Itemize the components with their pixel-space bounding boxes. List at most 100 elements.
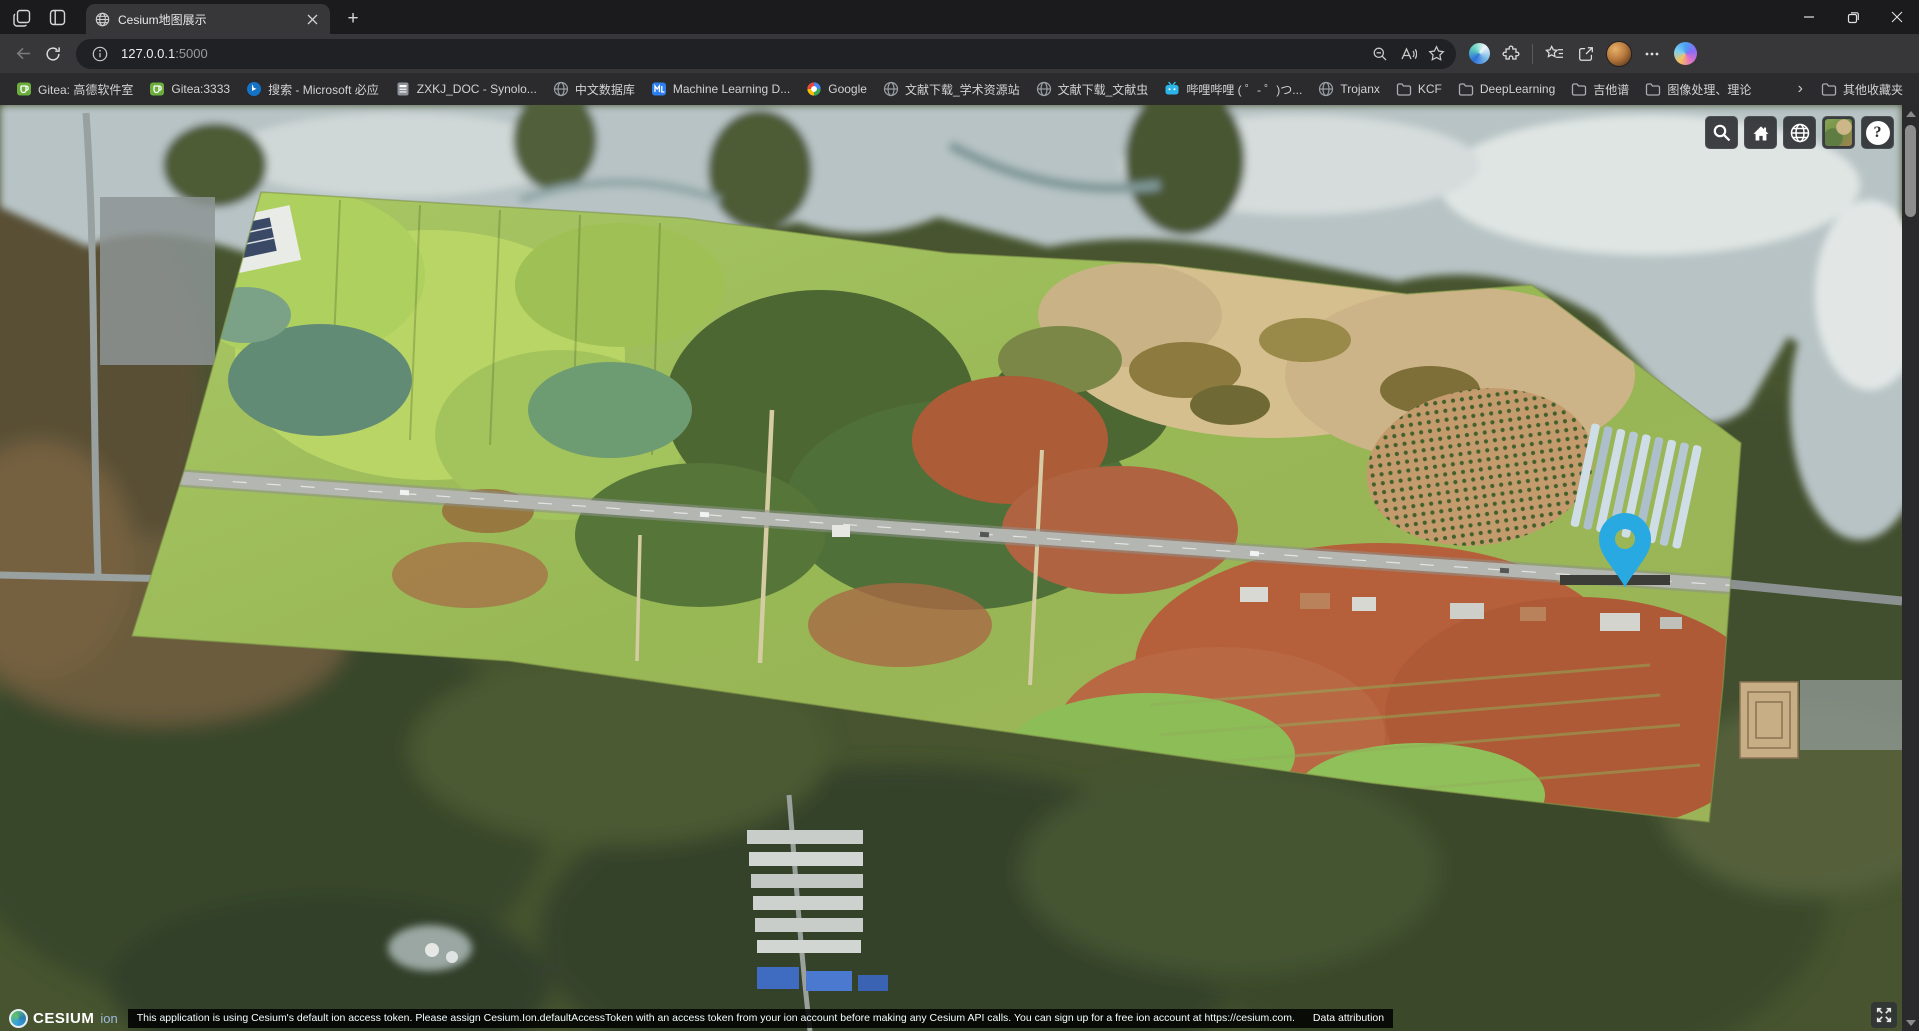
- bookmark-item[interactable]: 文献下载_学术资源站: [875, 77, 1028, 102]
- read-aloud-icon[interactable]: [1394, 40, 1422, 68]
- favorite-star-icon[interactable]: [1422, 40, 1450, 68]
- minimize-button[interactable]: [1787, 0, 1831, 34]
- bookmark-label: 哔哩哔哩 ( ゜- ゜)つ...: [1186, 81, 1302, 98]
- ion-logo-text: ion: [100, 1011, 117, 1026]
- bookmark-label: Trojanx: [1340, 82, 1380, 96]
- bookmark-item[interactable]: DeepLearning: [1450, 77, 1563, 101]
- gitea-icon: [149, 81, 165, 97]
- share-icon[interactable]: [1571, 39, 1601, 69]
- bookmark-item[interactable]: 哔哩哔哩 ( ゜- ゜)つ...: [1156, 77, 1310, 102]
- profile-avatar[interactable]: [1606, 41, 1632, 67]
- scrollbar-up-arrow[interactable]: [1902, 105, 1919, 122]
- cesium-map-canvas[interactable]: [0, 105, 1902, 1031]
- extensions-icon[interactable]: [1496, 39, 1526, 69]
- settings-menu-icon[interactable]: [1637, 39, 1667, 69]
- workspaces-icon[interactable]: [8, 4, 35, 31]
- cesium-toolbar: ?: [1705, 116, 1894, 149]
- bing-icon: [246, 81, 262, 97]
- geocoder-search-button[interactable]: [1705, 116, 1738, 149]
- doc-icon: [395, 81, 411, 97]
- browser-toolbar: 127.0.0.1:5000: [0, 34, 1919, 73]
- imagery-thumbnail: [1825, 119, 1852, 146]
- bookmark-label: Gitea:3333: [171, 82, 230, 96]
- browser-window: Cesium地图展示 +: [0, 0, 1919, 1031]
- bookmark-item[interactable]: Google: [798, 77, 875, 101]
- folder-icon: [1571, 81, 1587, 97]
- bookmark-label: DeepLearning: [1480, 82, 1555, 96]
- other-favorites-folder[interactable]: 其他收藏夹: [1813, 77, 1911, 102]
- tab-close-icon[interactable]: [303, 10, 321, 28]
- bookmark-label: 图像处理、理论: [1667, 81, 1751, 98]
- bookmark-item[interactable]: ZXKJ_DOC - Synolo...: [387, 77, 545, 101]
- browser-essentials-icon[interactable]: [1469, 43, 1490, 64]
- bookmark-label: 搜索 - Microsoft 必应: [268, 81, 379, 98]
- bookmarks-overflow-chevron[interactable]: ›: [1792, 80, 1809, 98]
- refresh-icon[interactable]: [38, 39, 68, 69]
- bookmark-item[interactable]: 搜索 - Microsoft 必应: [238, 77, 387, 102]
- bookmark-label: Google: [828, 82, 867, 96]
- scrollbar-down-arrow[interactable]: [1902, 1014, 1919, 1031]
- favorites-bar-icon[interactable]: [1539, 39, 1569, 69]
- google-icon: [806, 81, 822, 97]
- cesium-viewer: ? CESIUM ion This application is using C…: [0, 105, 1902, 1031]
- other-favorites-label: 其他收藏夹: [1843, 81, 1903, 98]
- address-bar[interactable]: 127.0.0.1:5000: [76, 39, 1456, 69]
- url-text[interactable]: 127.0.0.1:5000: [121, 46, 1366, 61]
- globe-icon: [1318, 81, 1334, 97]
- bookmarks-list: Gitea: 高德软件室 Gitea:3333 搜索 - Microsoft 必应 Z…: [8, 77, 1792, 102]
- help-button[interactable]: ?: [1861, 116, 1894, 149]
- bookmark-item[interactable]: 文献下载_文献虫: [1028, 77, 1157, 102]
- bookmark-item[interactable]: Gitea: 高德软件室: [8, 77, 141, 102]
- close-button[interactable]: [1875, 0, 1919, 34]
- globe-icon: [883, 81, 899, 97]
- bookmarks-bar: Gitea: 高德软件室 Gitea:3333 搜索 - Microsoft 必应 Z…: [0, 73, 1919, 105]
- home-button[interactable]: [1744, 116, 1777, 149]
- new-tab-button[interactable]: +: [340, 6, 366, 32]
- cesium-ion-logo[interactable]: CESIUM ion: [5, 1008, 122, 1029]
- bookmark-item[interactable]: 中文数据库: [545, 77, 643, 102]
- bookmark-item[interactable]: Machine Learning D...: [643, 77, 798, 101]
- globe-icon: [553, 81, 569, 97]
- copilot-icon[interactable]: [1674, 42, 1697, 65]
- toolbar-divider: [1532, 44, 1533, 64]
- bookmark-label: KCF: [1418, 82, 1442, 96]
- browser-tab[interactable]: Cesium地图展示: [86, 4, 330, 34]
- bookmark-label: ZXKJ_DOC - Synolo...: [417, 82, 537, 96]
- bookmark-item[interactable]: 图像处理、理论: [1637, 77, 1759, 102]
- tab-actions-icon[interactable]: [44, 4, 71, 31]
- folder-icon: [1645, 81, 1661, 97]
- ml-icon: [651, 81, 667, 97]
- ion-token-warning: This application is using Cesium's defau…: [137, 1012, 1295, 1024]
- bookmark-label: 吉他谱: [1593, 81, 1629, 98]
- bookmark-label: Machine Learning D...: [673, 82, 790, 96]
- bookmark-item[interactable]: Trojanx: [1310, 77, 1388, 101]
- bookmark-item[interactable]: KCF: [1388, 77, 1450, 101]
- globe-icon: [1036, 81, 1052, 97]
- help-glyph: ?: [1866, 121, 1890, 145]
- maze-garden: [1740, 682, 1798, 758]
- site-globe-icon: [95, 12, 110, 27]
- credit-strip: This application is using Cesium's defau…: [128, 1009, 1393, 1028]
- zoom-out-icon[interactable]: [1366, 40, 1394, 68]
- cesium-logo-text: CESIUM: [33, 1010, 94, 1027]
- bilibili-icon: [1164, 81, 1180, 97]
- folder-icon: [1821, 81, 1837, 97]
- bookmark-label: Gitea: 高德软件室: [38, 81, 133, 98]
- back-icon[interactable]: [8, 39, 38, 69]
- cesium-credits: CESIUM ion This application is using Ces…: [5, 1008, 1393, 1029]
- bookmark-item[interactable]: 吉他谱: [1563, 77, 1637, 102]
- tab-title: Cesium地图展示: [118, 11, 295, 28]
- page-scrollbar[interactable]: [1902, 105, 1919, 1031]
- fullscreen-button[interactable]: [1871, 1002, 1897, 1028]
- data-attribution-link[interactable]: Data attribution: [1313, 1012, 1384, 1024]
- cesium-logo-icon: [9, 1009, 28, 1028]
- scene-mode-globe-button[interactable]: [1783, 116, 1816, 149]
- scrollbar-thumb[interactable]: [1905, 125, 1916, 217]
- bookmark-label: 中文数据库: [575, 81, 635, 98]
- restore-button[interactable]: [1831, 0, 1875, 34]
- base-layer-picker-button[interactable]: [1822, 116, 1855, 149]
- bookmark-item[interactable]: Gitea:3333: [141, 77, 238, 101]
- bookmark-label: 文献下载_学术资源站: [905, 81, 1020, 98]
- window-controls: [1787, 0, 1919, 34]
- site-info-icon[interactable]: [86, 40, 114, 68]
